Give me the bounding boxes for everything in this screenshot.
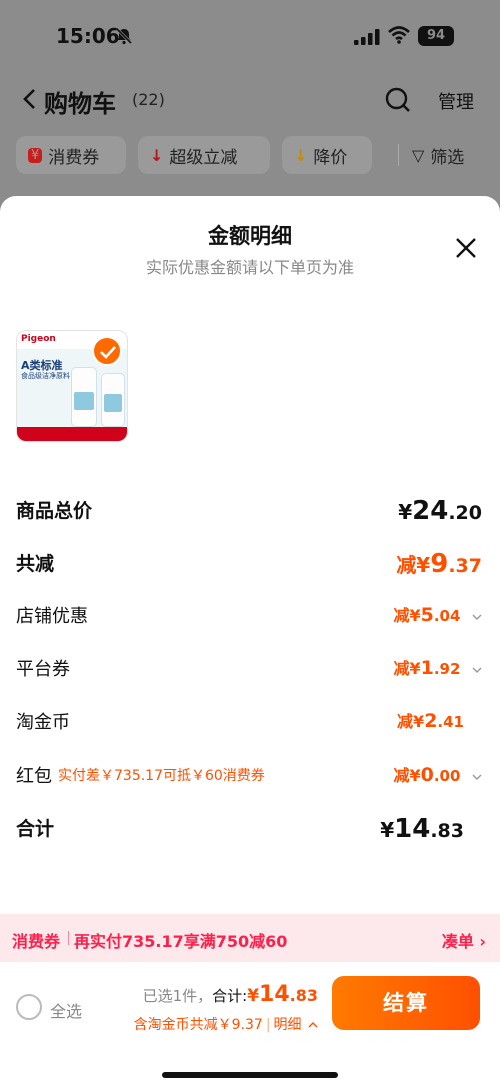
chevron-down-icon bbox=[472, 667, 482, 673]
back-arrow-icon[interactable] bbox=[22, 88, 38, 110]
nav-bar: 购物车 (22) 管理 bbox=[0, 78, 500, 122]
subtotal-label: 合计 bbox=[16, 818, 55, 840]
total-discount-value: 减¥9.37 bbox=[396, 549, 482, 579]
row-subtotal: 合计 ¥14.83 bbox=[16, 814, 482, 844]
filter-button[interactable]: ▽ 筛选 bbox=[386, 136, 500, 174]
total-discount-label: 共减 bbox=[16, 553, 55, 575]
filter-voucher-label: 消费券 bbox=[48, 147, 100, 168]
filter-voucher[interactable]: ¥ 消费券 bbox=[16, 136, 126, 174]
select-all-radio[interactable] bbox=[16, 994, 42, 1020]
select-all-label[interactable]: 全选 bbox=[50, 998, 82, 1022]
platform-coupon-label: 平台券 bbox=[16, 659, 70, 680]
hongbao-label: 红包 bbox=[16, 766, 52, 787]
wifi-icon bbox=[388, 26, 410, 44]
close-icon[interactable] bbox=[454, 236, 478, 260]
filter-bar: ¥ 消费券 ↓ 超级立减 ↓ 降价 ▽ 筛选 bbox=[0, 136, 500, 176]
hongbao-note: 实付差￥735.17可抵￥60消费券 bbox=[58, 768, 265, 784]
search-icon[interactable] bbox=[384, 86, 412, 114]
selection-summary: 已选1件，合计:¥14.83 bbox=[142, 982, 318, 1007]
sheet-subtitle: 实际优惠金额请以下单页为准 bbox=[145, 258, 354, 277]
chevron-up-icon bbox=[308, 1022, 318, 1028]
cart-count: (22) bbox=[132, 90, 165, 109]
battery-indicator: 94 bbox=[418, 26, 454, 46]
home-indicator bbox=[162, 1072, 338, 1078]
product-brand-logo: Pigeon bbox=[21, 334, 56, 344]
product-subline: 食品级洁净原料 bbox=[21, 372, 70, 380]
add-items-link[interactable]: 凑单 › bbox=[442, 928, 486, 952]
taojinbi-label: 淘金币 bbox=[16, 712, 70, 733]
checkout-bar: 全选 已选1件，合计:¥14.83 含淘金币共减￥9.37 | 明细 结算 bbox=[0, 962, 500, 1085]
thumb-footer bbox=[17, 427, 127, 441]
row-taojinbi: 淘金币 减¥2.41 bbox=[16, 708, 482, 738]
manage-button[interactable]: 管理 bbox=[438, 88, 474, 114]
voucher-text: 再实付735.17享满750减60 bbox=[74, 932, 288, 951]
down-arrow-icon: ↓ bbox=[150, 145, 164, 165]
chevron-down-icon bbox=[472, 614, 482, 620]
goods-total-value: ¥24.20 bbox=[398, 496, 482, 526]
filter-price-label: 降价 bbox=[313, 147, 348, 168]
row-platform-coupon[interactable]: 平台券 减¥1.92 bbox=[16, 655, 482, 685]
voucher-tag: 消费券 bbox=[12, 932, 61, 951]
product-bottle-image bbox=[101, 373, 125, 427]
row-goods-total: 商品总价 ¥24.20 bbox=[16, 496, 482, 526]
filter-divider bbox=[398, 144, 399, 166]
filter-label: 筛选 bbox=[430, 147, 465, 168]
platform-coupon-value: 减¥1.92 bbox=[393, 655, 482, 679]
filter-funnel-icon: ▽ bbox=[412, 145, 425, 165]
checkout-button[interactable]: 结算 bbox=[332, 976, 480, 1030]
selected-check-icon[interactable] bbox=[92, 336, 122, 366]
taojinbi-value: 减¥2.41 bbox=[397, 710, 464, 732]
discount-detail-link[interactable]: 含淘金币共减￥9.37 | 明细 bbox=[134, 1014, 318, 1034]
row-hongbao[interactable]: 红包 实付差￥735.17可抵￥60消费券 减¥0.00 bbox=[16, 762, 482, 792]
voucher-icon: ¥ bbox=[28, 147, 43, 163]
subtotal-value: ¥14.83 bbox=[380, 814, 464, 844]
bell-muted-icon bbox=[115, 27, 133, 45]
status-time: 15:06 bbox=[56, 24, 120, 48]
shop-discount-label: 店铺优惠 bbox=[16, 606, 88, 627]
row-total-discount: 共减 减¥9.37 bbox=[16, 549, 482, 579]
sheet-title: 金额明细 bbox=[208, 224, 292, 248]
goods-total-label: 商品总价 bbox=[16, 500, 93, 522]
chevron-down-icon bbox=[472, 774, 482, 780]
filter-price-drop[interactable]: ↓ 降价 bbox=[282, 136, 372, 174]
filter-super-discount[interactable]: ↓ 超级立减 bbox=[138, 136, 270, 174]
page-title: 购物车 bbox=[44, 90, 116, 118]
status-bar: 15:06 94 bbox=[0, 0, 500, 70]
hongbao-value: 减¥0.00 bbox=[393, 762, 482, 786]
voucher-divider bbox=[68, 931, 69, 945]
chevron-right-icon: › bbox=[479, 932, 486, 951]
row-shop-discount[interactable]: 店铺优惠 减¥5.04 bbox=[16, 602, 482, 632]
filter-super-label: 超级立减 bbox=[169, 147, 238, 168]
price-drop-icon: ↓ bbox=[294, 145, 308, 165]
shop-discount-value: 减¥5.04 bbox=[393, 602, 482, 626]
signal-icon bbox=[354, 29, 380, 45]
product-bottle-image bbox=[71, 367, 97, 427]
voucher-banner[interactable]: 消费券 再实付735.17享满750减60 凑单 › bbox=[0, 914, 500, 962]
